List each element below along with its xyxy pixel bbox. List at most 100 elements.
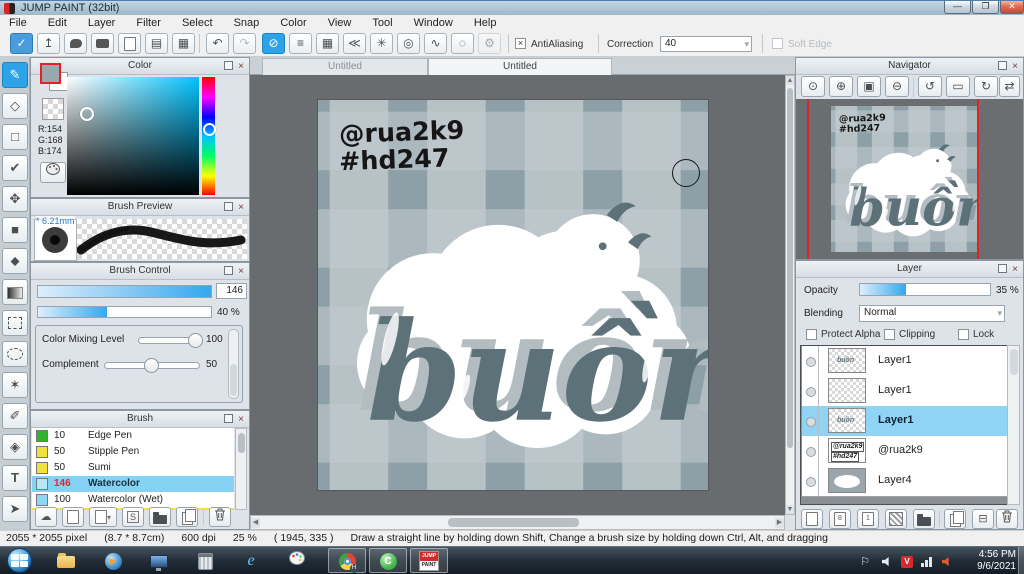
upload-icon[interactable]: ↥	[37, 33, 60, 54]
undo-button[interactable]: ↶	[206, 33, 229, 54]
layer-folder-icon[interactable]	[913, 509, 935, 529]
document-icon[interactable]	[118, 33, 141, 54]
brush-list-item[interactable]: 10 Edge Pen	[32, 428, 234, 445]
gradient-tool-icon[interactable]	[2, 279, 28, 305]
jump-paint-taskbar-button[interactable]: JUMP PAINT	[410, 548, 448, 573]
popout-icon[interactable]	[998, 61, 1007, 70]
clipping-checkbox[interactable]	[884, 329, 895, 340]
popout-icon[interactable]	[224, 414, 233, 423]
taskbar-clock[interactable]: 4:56 PM 9/6/2021	[977, 549, 1016, 573]
save-brush-icon[interactable]: ▾	[89, 507, 117, 527]
palette-icon[interactable]	[40, 162, 66, 183]
brush-tool-icon[interactable]: ✎	[2, 62, 28, 88]
polyline-tool-icon[interactable]: ✔	[2, 155, 28, 181]
brush-size-slider[interactable]	[37, 285, 212, 298]
select-pen-tool-icon[interactable]: ✐	[2, 403, 28, 429]
brush-list-scrollbar[interactable]	[235, 428, 247, 510]
script-brush-icon[interactable]: S	[122, 507, 144, 527]
zoom-out-icon[interactable]: ⊖	[885, 76, 909, 97]
duplicate-brush-icon[interactable]	[176, 507, 198, 527]
layer-row[interactable]: ····· Layer1	[802, 376, 1014, 407]
menu-help[interactable]: Help	[465, 15, 506, 29]
canvas-horizontal-scrollbar[interactable]: ◀ ▶	[250, 515, 785, 530]
fill-shape-tool-icon[interactable]: ■	[2, 217, 28, 243]
hue-handle[interactable]	[203, 123, 216, 136]
canvas-vertical-scrollbar[interactable]: ▲ ▼	[785, 75, 795, 515]
restore-button[interactable]: ❐	[972, 1, 999, 14]
shape-select-tool-icon[interactable]: ➤	[2, 496, 28, 522]
volume-icon[interactable]	[878, 551, 896, 571]
move-tool-icon[interactable]: ✥	[2, 186, 28, 212]
zoom-reset-icon[interactable]: ⊙	[801, 76, 825, 97]
delete-brush-icon[interactable]	[209, 507, 231, 527]
eraser-tool-icon[interactable]: ◇	[2, 93, 28, 119]
media-player-taskbar-icon[interactable]: ▶	[102, 551, 124, 571]
close-icon[interactable]: ×	[236, 264, 246, 279]
network-icon[interactable]	[918, 551, 936, 571]
menu-file[interactable]: File	[0, 15, 36, 29]
layer-visibility-icon[interactable]	[806, 447, 816, 457]
menu-snap[interactable]: Snap	[225, 15, 269, 29]
new-1bit-layer-icon[interactable]: 1	[857, 509, 879, 529]
new-brush-icon[interactable]	[62, 507, 84, 527]
marquee-select-tool-icon[interactable]	[2, 310, 28, 336]
lasso-select-tool-icon[interactable]	[2, 341, 28, 367]
sv-picker-handle[interactable]	[80, 107, 94, 121]
close-icon[interactable]: ×	[1010, 262, 1020, 277]
layer-row[interactable]: Layer4	[802, 466, 1014, 497]
lock-checkbox[interactable]	[958, 329, 969, 340]
blending-dropdown[interactable]: Normal ▾	[859, 305, 1005, 322]
layer-visibility-icon[interactable]	[806, 417, 816, 427]
hue-bar[interactable]	[202, 77, 216, 195]
antialiasing-checkbox[interactable]: ×	[515, 38, 526, 49]
brush-folder-icon[interactable]	[149, 507, 171, 527]
menu-tool[interactable]: Tool	[363, 15, 401, 29]
snap-radial-icon[interactable]: ✳	[370, 33, 393, 54]
protect-alpha-checkbox[interactable]	[806, 329, 817, 340]
brush-opacity-slider[interactable]	[37, 306, 212, 318]
brush-list-item[interactable]: 50 Stipple Pen	[32, 444, 234, 461]
magic-wand-tool-icon[interactable]: ✶	[2, 372, 28, 398]
options-scrollbar[interactable]	[228, 329, 239, 399]
cloud-sync-icon[interactable]: ✓	[10, 33, 33, 54]
close-icon[interactable]: ×	[236, 59, 246, 74]
snap-off-icon[interactable]: ⊘	[262, 33, 285, 54]
minimize-button[interactable]: —	[944, 1, 971, 14]
message-bubble-icon[interactable]	[91, 33, 114, 54]
paint-taskbar-icon[interactable]	[286, 551, 308, 571]
halftone-layer-icon[interactable]	[885, 509, 907, 529]
merge-layer-icon[interactable]: ⊟	[972, 509, 994, 529]
menu-color[interactable]: Color	[271, 15, 315, 29]
popout-icon[interactable]	[224, 266, 233, 275]
download-brush-icon[interactable]: ☁	[35, 507, 57, 527]
layer-row[interactable]: buồn Layer1	[802, 346, 1014, 377]
navigator-viewport[interactable]	[796, 99, 1023, 259]
comment-bubble-icon[interactable]	[64, 33, 87, 54]
close-button[interactable]: ✕	[1000, 1, 1024, 14]
menu-edit[interactable]: Edit	[39, 15, 76, 29]
menu-layer[interactable]: Layer	[79, 15, 125, 29]
menu-view[interactable]: View	[319, 15, 361, 29]
rotate-ccw-icon[interactable]: ↺	[918, 76, 942, 97]
show-desktop-button[interactable]	[1018, 547, 1024, 574]
complement-knob[interactable]	[144, 358, 159, 373]
menu-window[interactable]: Window	[405, 15, 462, 29]
rotate-cw-icon[interactable]: ↻	[974, 76, 998, 97]
foreground-color-swatch[interactable]	[40, 63, 61, 84]
internet-explorer-taskbar-icon[interactable]: e	[240, 551, 262, 571]
saturation-value-picker[interactable]	[67, 77, 199, 195]
fit-screen-icon[interactable]: ▣	[857, 76, 881, 97]
new-8bit-layer-icon[interactable]: 8	[829, 509, 851, 529]
text-tool-icon[interactable]: T	[2, 465, 28, 491]
brush-list-item[interactable]: 50 Sumi	[32, 460, 234, 477]
new-layer-icon[interactable]	[801, 509, 823, 529]
menu-select[interactable]: Select	[173, 15, 222, 29]
close-icon[interactable]: ×	[236, 200, 246, 215]
snap-ellipse-icon[interactable]: ◌	[451, 33, 474, 54]
zoom-in-icon[interactable]: ⊕	[829, 76, 853, 97]
close-icon[interactable]: ×	[236, 412, 246, 427]
reset-rotation-icon[interactable]: ▭	[946, 76, 970, 97]
vietkey-icon[interactable]: V	[898, 551, 916, 571]
popout-icon[interactable]	[998, 264, 1007, 273]
transparent-color-swatch[interactable]	[42, 98, 64, 120]
